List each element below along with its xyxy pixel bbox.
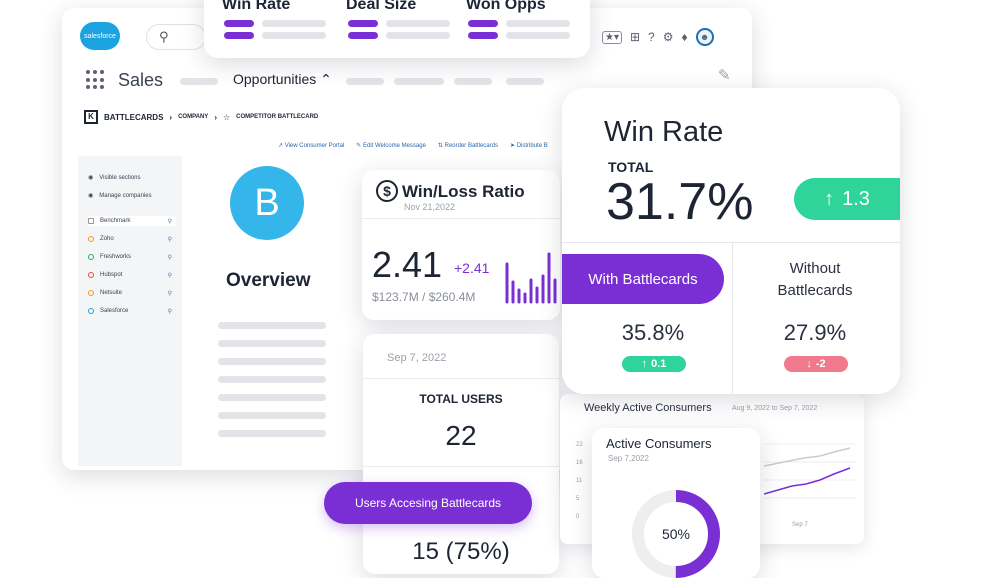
- without-delta-chip: ↓ -2: [784, 356, 848, 372]
- without-battlecards-value: 27.9%: [783, 320, 847, 345]
- win-rate-total-value: 31.7%: [606, 173, 754, 231]
- sidebar-item-manage-companies[interactable]: ◉ Manage companies: [88, 192, 176, 200]
- win-loss-title: Win/Loss Ratio: [402, 182, 525, 201]
- pin-icon[interactable]: ⚲: [168, 290, 172, 297]
- total-users-card: Sep 7, 2022 TOTAL USERS 22 15 (75%): [363, 334, 559, 574]
- overview-panel: [190, 208, 350, 466]
- sidebar-item-hubspot[interactable]: Hubspot ⚲: [88, 272, 176, 279]
- win-loss-date: Nov 21,2022: [404, 202, 456, 212]
- axis-tick: 11: [576, 478, 583, 484]
- nav-placeholder: [346, 78, 384, 85]
- search-icon: ⚲: [159, 29, 169, 44]
- users-accessing-value: 15 (75%): [412, 538, 510, 565]
- win-rate-card: Win Rate TOTAL 31.7% ↑ 1.3 With Battleca…: [562, 88, 900, 394]
- breadcrumb-competitor[interactable]: COMPETITOR BATTLECARD: [236, 114, 318, 120]
- sidebar-item-freshworks[interactable]: Freshworks ⚲: [88, 254, 176, 261]
- with-battlecards-tab[interactable]: With Battlecards: [562, 254, 724, 304]
- with-delta-chip: ↑ 0.1: [622, 356, 686, 372]
- eye-icon: ◉: [88, 193, 94, 199]
- breadcrumb: K BATTLECARDS › COMPANY › ☆ COMPETITOR B…: [84, 110, 318, 124]
- sidebar-item-salesforce[interactable]: Salesforce ⚲: [88, 308, 176, 315]
- metric-deal-size-label: Deal Size: [346, 0, 417, 13]
- pin-icon[interactable]: ⚲: [168, 308, 172, 315]
- nav-placeholder: [454, 78, 492, 85]
- distribute-link[interactable]: ➤ Distribute B: [510, 142, 548, 149]
- star-icon[interactable]: ☆: [223, 113, 230, 122]
- metric-won-opps-label: Won Opps: [466, 0, 546, 13]
- overview-title: Overview: [226, 270, 311, 291]
- eye-icon: ◉: [88, 175, 94, 181]
- gear-icon[interactable]: ⚙: [663, 30, 674, 44]
- sidebar-item-benchmark[interactable]: Benchmark ⚲: [88, 216, 176, 226]
- total-users-label: TOTAL USERS: [419, 392, 503, 406]
- win-rate-delta-badge: ↑ 1.3: [794, 178, 900, 220]
- nav-placeholder: [394, 78, 444, 85]
- help-icon[interactable]: ?: [648, 30, 655, 44]
- weekly-range: Aug 9, 2022 to Sep 7, 2022: [732, 405, 818, 412]
- total-users-value: 22: [445, 420, 477, 451]
- view-portal-link[interactable]: ↗ View Consumer Portal: [278, 142, 344, 149]
- company-avatar: B: [230, 166, 304, 240]
- axis-tick: 16: [576, 460, 583, 466]
- plus-icon[interactable]: ⊞: [630, 30, 640, 44]
- axis-tick: 22: [576, 442, 583, 448]
- with-battlecards-value: 35.8%: [621, 320, 685, 345]
- win-loss-card: $ Win/Loss Ratio Nov 21,2022 2.41 +2.41 …: [362, 170, 560, 320]
- active-consumers-card: Active Consumers Sep 7,2022 50%: [592, 428, 760, 578]
- reorder-link[interactable]: ⇅ Reorder Battlecards: [438, 142, 498, 149]
- arrow-up-icon: ↑: [641, 358, 648, 370]
- bell-icon[interactable]: ♦: [682, 30, 688, 44]
- arrow-up-icon: ↑: [824, 187, 835, 210]
- app-name: Sales: [118, 70, 164, 90]
- search-input[interactable]: ⚲: [146, 24, 206, 50]
- edit-welcome-link[interactable]: ✎ Edit Welcome Message: [356, 142, 426, 149]
- sidebar-item-zoho[interactable]: Zoho ⚲: [88, 236, 176, 243]
- x-axis-label: Sep 7: [792, 522, 808, 528]
- tab-opportunities[interactable]: Opportunities ⌃: [233, 71, 332, 88]
- chevron-right-icon: ›: [169, 112, 173, 122]
- pencil-icon[interactable]: ✎: [718, 66, 731, 84]
- active-consumers-title: Active Consumers: [606, 436, 712, 451]
- active-consumers-date: Sep 7,2022: [608, 454, 649, 463]
- sidebar-item-netsuite[interactable]: Netsuite ⚲: [88, 290, 176, 297]
- breadcrumb-company[interactable]: COMPANY: [178, 114, 208, 120]
- win-loss-ratio: 2.41: [372, 244, 443, 285]
- win-loss-amounts: $123.7M / $260.4M: [372, 290, 476, 304]
- axis-tick: 5: [576, 496, 580, 502]
- arrow-down-icon: ↓: [806, 358, 812, 370]
- pin-icon[interactable]: ⚲: [168, 218, 172, 225]
- active-consumers-percent: 50%: [661, 526, 691, 542]
- sidebar-item-visible-sections[interactable]: ◉ Visible sections: [88, 174, 176, 182]
- favorites-icon[interactable]: ★▾: [602, 30, 622, 44]
- header-toolbar: ★▾ ⊞ ? ⚙ ♦ ☻: [602, 28, 714, 46]
- breadcrumb-battlecards[interactable]: BATTLECARDS: [104, 113, 163, 122]
- salesforce-logo[interactable]: salesforce: [80, 22, 120, 50]
- app-launcher-icon[interactable]: [86, 70, 106, 90]
- metrics-header-card: Win Rate Deal Size Won Opps: [204, 0, 590, 58]
- avatar-icon[interactable]: ☻: [695, 28, 714, 46]
- win-rate-title: Win Rate: [604, 116, 724, 148]
- dollar-icon: $: [376, 180, 398, 202]
- metric-win-rate-label: Win Rate: [222, 0, 291, 13]
- win-loss-sparkline: [505, 252, 557, 304]
- chevron-right-icon: ›: [214, 112, 217, 122]
- win-loss-delta: +2.41: [454, 260, 490, 276]
- users-accessing-label: Users Accesing Battlecards: [324, 482, 532, 524]
- pin-icon[interactable]: ⚲: [168, 272, 172, 279]
- sidebar: ◉ Visible sections ◉ Manage companies Benc…: [78, 156, 182, 466]
- pin-icon[interactable]: ⚲: [168, 236, 172, 243]
- chevron-up-icon: ⌃: [320, 71, 332, 87]
- nav-placeholder: [180, 78, 218, 85]
- users-date: Sep 7, 2022: [387, 352, 447, 364]
- action-links: ↗ View Consumer Portal ✎ Edit Welcome Me…: [278, 142, 548, 149]
- nav-placeholder: [506, 78, 544, 85]
- pin-icon[interactable]: ⚲: [168, 254, 172, 261]
- weekly-line-chart: [764, 443, 856, 499]
- without-battlecards-tab[interactable]: Without Battlecards: [740, 258, 890, 302]
- klue-logo-icon: K: [84, 110, 98, 124]
- weekly-title: Weekly Active Consumers: [584, 402, 712, 414]
- axis-tick: 0: [576, 514, 580, 520]
